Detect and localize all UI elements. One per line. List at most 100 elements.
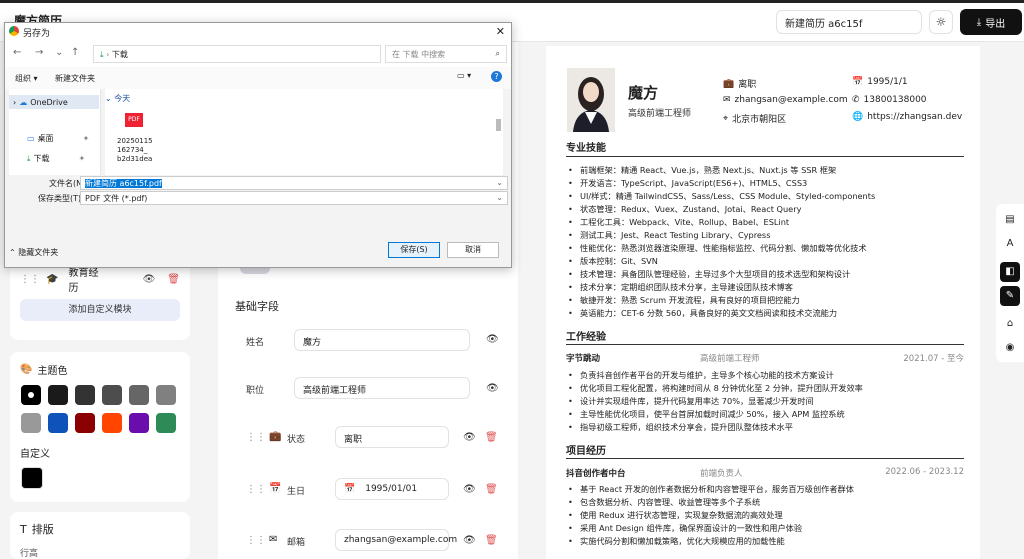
- close-icon[interactable]: ✕: [496, 25, 505, 38]
- list-item: 敏捷开发：熟悉 Scrum 开发流程，具有良好的项目把控能力: [566, 294, 966, 307]
- calendar-icon: 📅: [269, 483, 282, 494]
- pdf-file-icon[interactable]: PDF: [125, 113, 143, 127]
- color-swatch[interactable]: [21, 385, 41, 405]
- forward-icon[interactable]: →: [35, 47, 43, 58]
- custom-color-picker[interactable]: [21, 467, 43, 489]
- tree-label: OneDrive: [30, 97, 68, 107]
- mail-icon: ✉: [269, 534, 278, 545]
- help-icon[interactable]: ?: [491, 71, 502, 82]
- eye-icon[interactable]: 👁: [143, 274, 156, 285]
- filetype-select[interactable]: PDF 文件 (*.pdf) ⌄: [80, 191, 508, 205]
- field-label-birthday: 生日: [287, 487, 306, 497]
- eye-icon[interactable]: 👁: [486, 383, 499, 394]
- trash-icon[interactable]: 🗑: [167, 274, 180, 285]
- pen-icon[interactable]: ✎: [1000, 286, 1020, 306]
- color-swatch[interactable]: [156, 413, 176, 433]
- view-icon[interactable]: ▭ ▾: [457, 71, 471, 80]
- desktop-icon: ▭: [27, 134, 35, 143]
- status-input[interactable]: 离职: [335, 426, 449, 448]
- list-item: 负责抖音创作者平台的开发与维护，主导多个核心功能的技术方案设计: [566, 369, 966, 382]
- eye-icon[interactable]: 👁: [463, 432, 476, 443]
- list-item: 开发语言：TypeScript、JavaScript(ES6+)、HTML5、C…: [566, 177, 966, 190]
- list-item: 主导性能优化项目，使平台首屏加载时间减少 50%，接入 APM 监控系统: [566, 408, 966, 421]
- eye-icon[interactable]: 👁: [463, 484, 476, 495]
- right-toolbar: ▤ A ◧ ✎ ⌂ ◉: [996, 204, 1024, 362]
- scrollbar[interactable]: [496, 119, 501, 131]
- color-swatch[interactable]: [102, 385, 122, 405]
- text-icon: T: [20, 522, 27, 536]
- skills-title: 专业技能: [566, 143, 606, 154]
- trash-icon[interactable]: 🗑: [485, 484, 498, 495]
- file-list: ⌄ 今天 PDF 20250115 162734_ b2d31dea: [105, 89, 503, 175]
- list-item: 指导初级工程师，组织技术分享会，提升团队整体技术水平: [566, 421, 966, 434]
- github-icon[interactable]: ◉: [1000, 338, 1020, 358]
- new-folder-button[interactable]: 新建文件夹: [55, 73, 95, 84]
- drag-handle-icon[interactable]: ⋮⋮: [246, 535, 266, 546]
- chevron-right-icon: ›: [106, 50, 110, 59]
- list-item: 实施代码分割和懒加载策略，优化大规模应用的加载性能: [566, 535, 966, 548]
- line-height-label: 行高: [20, 549, 39, 559]
- chevron-down-icon: ⌄: [496, 178, 503, 187]
- filetype-label: 保存类型(T):: [38, 194, 84, 203]
- resume-website: 🌐 https://zhangsan.dev: [852, 112, 962, 122]
- drag-handle-icon[interactable]: ⋮⋮: [246, 432, 266, 443]
- split-view-icon[interactable]: ◧: [1000, 262, 1020, 282]
- color-swatch[interactable]: [48, 413, 68, 433]
- location-text: 北京市朝阳区: [732, 115, 787, 125]
- color-swatch[interactable]: [48, 385, 68, 405]
- list-item: UI/样式：精通 TailwindCSS、Sass/Less、CSS Modul…: [566, 190, 966, 203]
- search-input[interactable]: 在 下载 中搜索 ⌕: [385, 45, 507, 63]
- folder-tree: › ☁ OneDrive ▭ 桌面 ✦ ⤓ 下载 ✦: [9, 89, 101, 175]
- group-header-today[interactable]: ⌄ 今天: [105, 93, 130, 104]
- name-input[interactable]: 魔方: [294, 329, 470, 351]
- palette-icon: 🎨: [20, 364, 33, 375]
- add-custom-module-button[interactable]: 添加自定义模块: [20, 299, 180, 321]
- filename-input[interactable]: 新建简历 a6c15f.pdf ⌄: [80, 176, 508, 190]
- tree-item-desktop[interactable]: ▭ 桌面 ✦: [27, 133, 89, 144]
- organize-menu[interactable]: 组织 ▾: [15, 73, 38, 84]
- project-list: 基于 React 开发的创作者数据分析和内容管理平台，服务百万级创作者群体包含数…: [566, 483, 966, 548]
- up-icon[interactable]: ↑: [71, 47, 79, 58]
- eye-icon[interactable]: 👁: [486, 334, 499, 345]
- doc-name-input[interactable]: 新建简历 a6c15f: [776, 10, 922, 34]
- tree-item-onedrive[interactable]: › ☁ OneDrive: [9, 95, 99, 109]
- email-text: zhangsan@example.com: [734, 95, 848, 105]
- theme-toggle-button[interactable]: ☼: [929, 10, 953, 34]
- file-name[interactable]: 20250115 162734_ b2d31dea: [117, 137, 161, 164]
- color-swatch[interactable]: [129, 413, 149, 433]
- title-input[interactable]: 高级前端工程师: [294, 377, 470, 399]
- color-swatch[interactable]: [75, 413, 95, 433]
- color-swatch[interactable]: [102, 413, 122, 433]
- color-swatch[interactable]: [75, 385, 95, 405]
- hide-folders-toggle[interactable]: ⌃ 隐藏文件夹: [9, 247, 58, 258]
- dialog-titlebar: 另存为 ✕: [5, 23, 511, 41]
- save-button[interactable]: 保存(S): [388, 242, 440, 258]
- font-icon[interactable]: A: [1000, 234, 1020, 254]
- birthday-input[interactable]: 📅 1995/01/01: [335, 478, 449, 500]
- tree-item-downloads[interactable]: ⤓ 下载 ✦: [27, 153, 85, 164]
- eye-icon[interactable]: 👁: [463, 535, 476, 546]
- resume-name: 魔方: [628, 84, 659, 102]
- back-icon[interactable]: ←: [13, 47, 21, 58]
- export-button[interactable]: ⤓ 导出: [960, 9, 1022, 35]
- email-input[interactable]: zhangsan@example.com: [335, 529, 457, 551]
- list-item: 工程化工具：Webpack、Vite、Rollup、Babel、ESLint: [566, 216, 966, 229]
- drag-handle-icon[interactable]: ⋮⋮: [246, 484, 266, 495]
- search-icon: ⌕: [495, 49, 500, 58]
- color-swatch[interactable]: [156, 385, 176, 405]
- trash-icon[interactable]: 🗑: [485, 535, 498, 546]
- color-swatch[interactable]: [21, 413, 41, 433]
- module-item-education[interactable]: ⋮⋮ 🎓 教育经历 👁 🗑: [20, 264, 180, 294]
- trash-icon[interactable]: 🗑: [485, 432, 498, 443]
- skills-list: 前端框架：精通 React、Vue.js，熟悉 Next.js、Nuxt.js …: [566, 164, 966, 320]
- filename-value: 新建简历 a6c15f.pdf: [85, 179, 162, 188]
- address-bar[interactable]: ⤓ › 下载: [93, 45, 381, 63]
- color-swatch[interactable]: [129, 385, 149, 405]
- chevron-down-icon[interactable]: ⌄: [55, 47, 63, 58]
- home-icon[interactable]: ⌂: [1000, 314, 1020, 334]
- resume-title: 高级前端工程师: [628, 109, 692, 119]
- cancel-button[interactable]: 取消: [447, 242, 499, 258]
- download-icon: ⤓: [27, 153, 31, 163]
- top-strip: [0, 0, 1024, 3]
- layout-icon[interactable]: ▤: [1000, 210, 1020, 230]
